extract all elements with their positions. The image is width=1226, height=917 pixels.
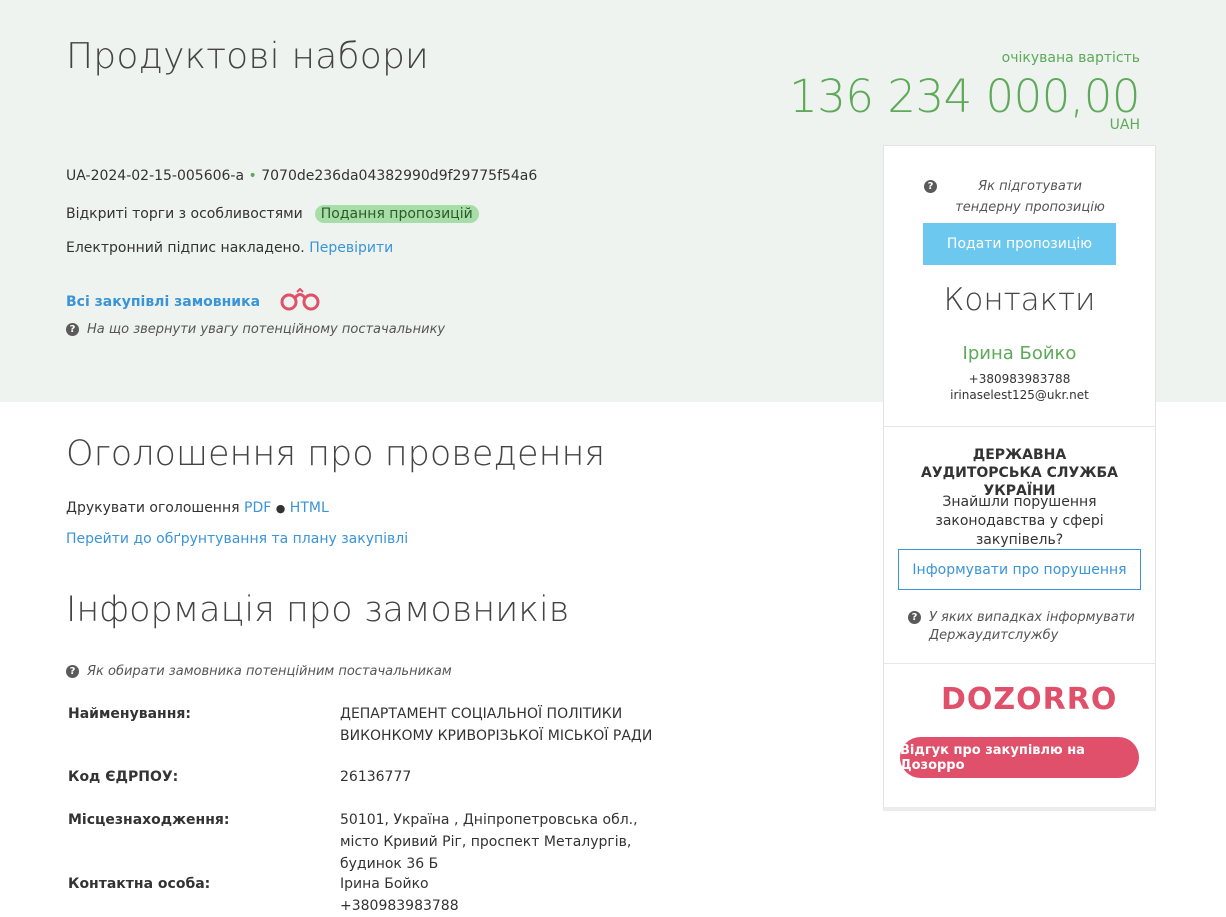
customer-help-text: Як обирати замовника потенційним постача… xyxy=(87,664,452,679)
audit-question: Знайшли порушення законодавства у сфері … xyxy=(935,494,1104,548)
plan-link[interactable]: Перейти до обґрунтування та плану закупі… xyxy=(66,531,408,547)
procedure-line: Відкриті торги з особливостями Подання пр… xyxy=(66,205,479,223)
contact-phone: +380983983788 xyxy=(968,372,1071,386)
edrpou-label: Код ЄДРПОУ: xyxy=(68,769,179,785)
attention-help-text: На що звернути увагу потенційному постач… xyxy=(87,322,446,337)
tender-id-line: UA-2024-02-15-005606-a • 7070de236da0438… xyxy=(66,168,537,184)
procedure-type: Відкриті торги з особливостями xyxy=(66,206,303,222)
html-link[interactable]: HTML xyxy=(290,500,329,516)
divider xyxy=(884,426,1155,427)
dozorro-logo: DOZORRO xyxy=(941,682,1118,717)
prepare-help-text: Як підготувати тендерну пропозицію xyxy=(955,179,1105,215)
question-circle-icon: ? xyxy=(924,180,937,193)
attention-help[interactable]: ? На що звернути увагу потенційному пост… xyxy=(66,322,445,337)
verify-signature-link[interactable]: Перевірити xyxy=(309,240,393,256)
customers-heading: Інформація про замовників xyxy=(66,590,570,630)
audit-service-title: ДЕРЖАВНА АУДИТОРСЬКА СЛУЖБА УКРАЇНИ xyxy=(921,447,1118,499)
announcement-heading: Оголошення про проведення xyxy=(66,434,606,474)
id-separator: • xyxy=(248,168,257,184)
pdf-link[interactable]: PDF xyxy=(244,500,271,516)
all-purchases-row: Всі закупівлі замовника xyxy=(66,287,322,316)
edrpou-value: 26136777 xyxy=(340,769,412,785)
question-circle-icon: ? xyxy=(66,323,79,336)
contacts-heading: Контакти xyxy=(943,282,1096,318)
expected-amount: 136 234 000,00 xyxy=(789,70,1140,123)
report-help[interactable]: ? У яких випадках інформувати Держаудитс… xyxy=(908,609,1143,645)
binoculars-icon[interactable] xyxy=(278,287,322,316)
contact-name: Ірина Бойко xyxy=(962,343,1077,364)
expected-value-label: очікувана вартість xyxy=(1001,50,1140,66)
submit-proposal-button[interactable]: Подати пропозицію xyxy=(923,223,1116,265)
name-value: ДЕПАРТАМЕНТ СОЦІАЛЬНОЇ ПОЛІТИКИ ВИКОНКОМ… xyxy=(340,706,653,744)
contact-person-phone: +380983983788 xyxy=(340,898,459,914)
signature-text: Електронний підпис накладено. xyxy=(66,240,305,256)
bullet: ● xyxy=(275,502,286,515)
customer-help[interactable]: ? Як обирати замовника потенційним поста… xyxy=(66,664,452,679)
question-circle-icon: ? xyxy=(66,665,79,678)
divider xyxy=(884,663,1155,664)
prepare-help[interactable]: ? Як підготувати тендерну пропозицію xyxy=(884,176,1155,218)
all-purchases-link[interactable]: Всі закупівлі замовника xyxy=(66,294,260,310)
tender-hash: 7070de236da04382990d9f29775f54a6 xyxy=(261,168,538,184)
question-circle-icon: ? xyxy=(908,611,921,624)
contact-person-label: Контактна особа: xyxy=(68,876,211,892)
side-panel: ? Як підготувати тендерну пропозицію Под… xyxy=(883,145,1156,811)
report-help-text: У яких випадках інформувати Держаудитслу… xyxy=(929,610,1135,643)
location-label: Місцезнаходження: xyxy=(68,812,230,828)
name-label: Найменування: xyxy=(68,706,191,722)
status-badge: Подання пропозицій xyxy=(314,205,479,223)
contact-email[interactable]: irinaselest125@ukr.net xyxy=(884,388,1155,402)
print-label: Друкувати оголошення xyxy=(66,500,240,516)
page-title: Продуктові набори xyxy=(66,36,429,77)
print-line: Друкувати оголошення PDF ● HTML xyxy=(66,500,329,516)
signature-line: Електронний підпис накладено. Перевірити xyxy=(66,240,393,256)
contact-person-name: Ірина Бойко xyxy=(340,876,429,892)
report-violation-button[interactable]: Інформувати про порушення xyxy=(898,549,1141,590)
location-value: 50101, Україна , Дніпропетровська обл., … xyxy=(340,812,638,872)
dozorro-feedback-button[interactable]: Відгук про закупівлю на Дозорро xyxy=(900,737,1139,778)
currency-label: UAH xyxy=(1109,117,1140,133)
tender-id: UA-2024-02-15-005606-a xyxy=(66,168,245,184)
